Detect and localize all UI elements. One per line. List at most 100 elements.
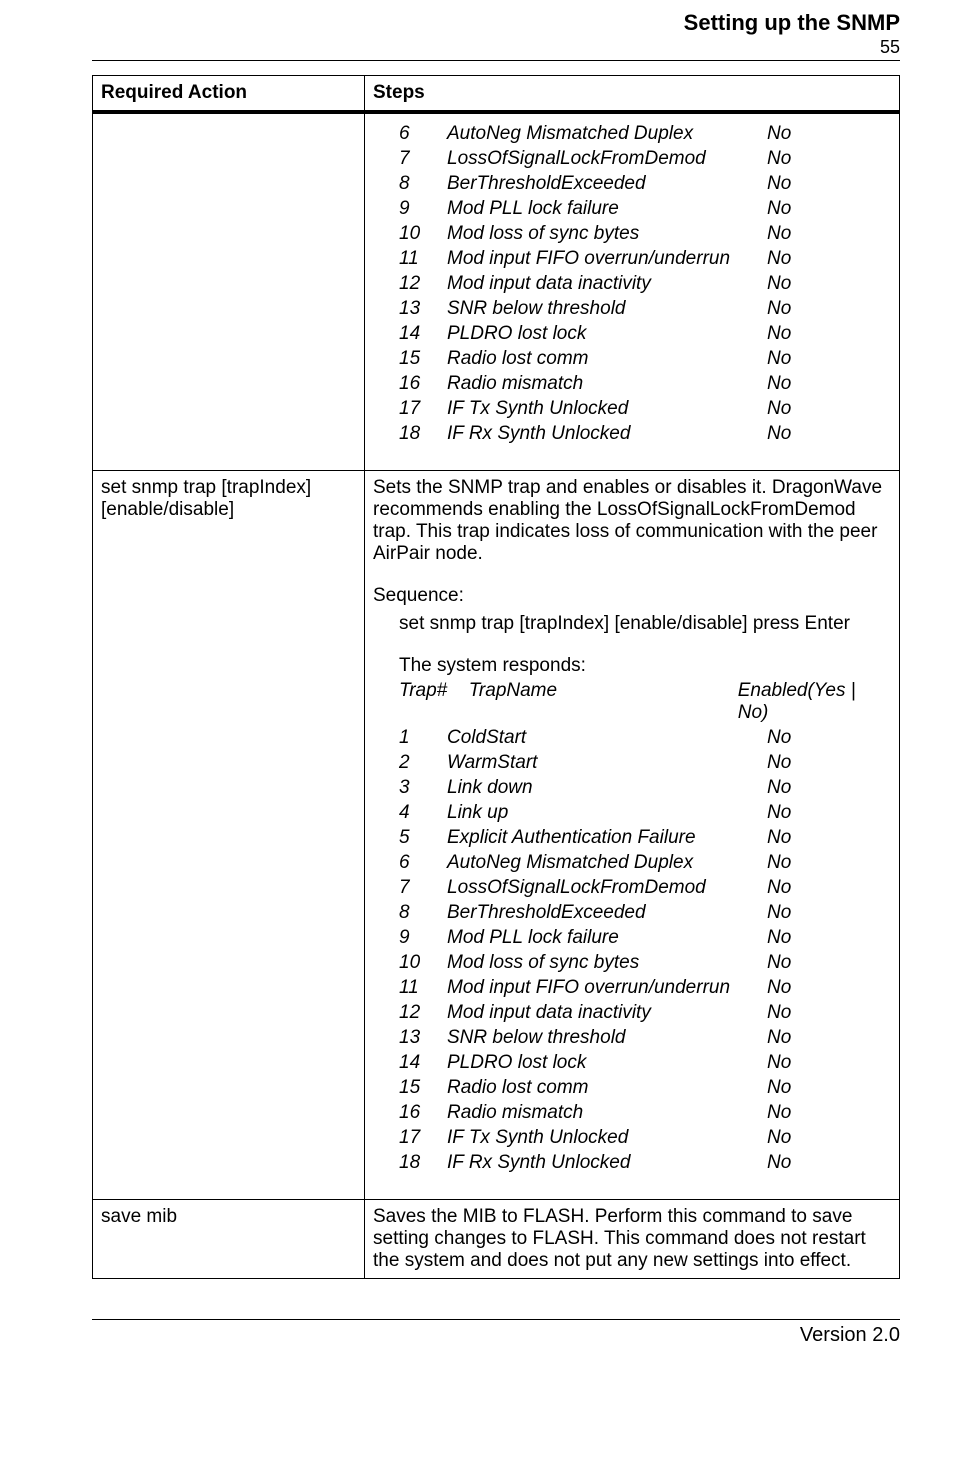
trap-num: 18 bbox=[399, 1152, 447, 1174]
trap-enabled: No bbox=[767, 827, 791, 849]
trap-num: 10 bbox=[399, 952, 447, 974]
table-row: set snmp trap [trapIndex] [enable/disabl… bbox=[93, 471, 900, 1200]
trap-num: 4 bbox=[399, 802, 447, 824]
trap-enabled: No bbox=[767, 173, 791, 195]
row2-description: Sets the SNMP trap and enables or disabl… bbox=[373, 477, 891, 565]
trap-header-num: Trap# bbox=[399, 680, 469, 724]
trap-name: IF Tx Synth Unlocked bbox=[447, 1127, 767, 1149]
trap-row: 17IF Tx Synth UnlockedNo bbox=[373, 398, 891, 420]
trap-enabled: No bbox=[767, 223, 791, 245]
trap-name: ColdStart bbox=[447, 727, 767, 749]
trap-num: 10 bbox=[399, 223, 447, 245]
trap-name: IF Tx Synth Unlocked bbox=[447, 398, 767, 420]
trap-header-enabled: Enabled(Yes | No) bbox=[738, 680, 891, 724]
trap-row: 16Radio mismatchNo bbox=[373, 1102, 891, 1124]
row3-action: save mib bbox=[93, 1200, 365, 1279]
sequence-label: Sequence: bbox=[373, 585, 891, 607]
trap-row: 4Link upNo bbox=[373, 802, 891, 824]
trap-enabled: No bbox=[767, 802, 791, 824]
trap-row: 3Link downNo bbox=[373, 777, 891, 799]
trap-name: Mod input FIFO overrun/underrun bbox=[447, 977, 767, 999]
trap-enabled: No bbox=[767, 248, 791, 270]
trap-row: 18IF Rx Synth UnlockedNo bbox=[373, 1152, 891, 1174]
trap-enabled: No bbox=[767, 323, 791, 345]
row2-steps: Sets the SNMP trap and enables or disabl… bbox=[365, 471, 900, 1200]
trap-enabled: No bbox=[767, 727, 791, 749]
trap-num: 6 bbox=[399, 123, 447, 145]
trap-name: LossOfSignalLockFromDemod bbox=[447, 148, 767, 170]
trap-row: 1ColdStartNo bbox=[373, 727, 891, 749]
trap-row: 6AutoNeg Mismatched DuplexNo bbox=[373, 852, 891, 874]
row1-steps: 6AutoNeg Mismatched DuplexNo7LossOfSigna… bbox=[365, 112, 900, 471]
trap-name: Mod PLL lock failure bbox=[447, 198, 767, 220]
trap-num: 2 bbox=[399, 752, 447, 774]
trap-name: AutoNeg Mismatched Duplex bbox=[447, 852, 767, 874]
trap-name: Mod loss of sync bytes bbox=[447, 952, 767, 974]
trap-row: 12Mod input data inactivityNo bbox=[373, 1002, 891, 1024]
trap-row: 2WarmStartNo bbox=[373, 752, 891, 774]
trap-enabled: No bbox=[767, 373, 791, 395]
trap-num: 17 bbox=[399, 1127, 447, 1149]
trap-name: Mod loss of sync bytes bbox=[447, 223, 767, 245]
trap-row: 16Radio mismatchNo bbox=[373, 373, 891, 395]
col-steps: Steps bbox=[365, 76, 900, 113]
trap-name: AutoNeg Mismatched Duplex bbox=[447, 123, 767, 145]
trap-name: Radio lost comm bbox=[447, 1077, 767, 1099]
trap-name: SNR below threshold bbox=[447, 1027, 767, 1049]
trap-name: BerThresholdExceeded bbox=[447, 902, 767, 924]
trap-row: 5Explicit Authentication FailureNo bbox=[373, 827, 891, 849]
row2-action: set snmp trap [trapIndex] [enable/disabl… bbox=[93, 471, 365, 1200]
trap-name: Mod input FIFO overrun/underrun bbox=[447, 248, 767, 270]
trap-name: BerThresholdExceeded bbox=[447, 173, 767, 195]
trap-enabled: No bbox=[767, 952, 791, 974]
trap-num: 15 bbox=[399, 1077, 447, 1099]
trap-row: 12Mod input data inactivityNo bbox=[373, 273, 891, 295]
trap-row: 7LossOfSignalLockFromDemodNo bbox=[373, 877, 891, 899]
trap-name: Radio mismatch bbox=[447, 373, 767, 395]
footer-version: Version 2.0 bbox=[92, 1324, 900, 1347]
trap-enabled: No bbox=[767, 1002, 791, 1024]
trap-row: 13SNR below thresholdNo bbox=[373, 1027, 891, 1049]
trap-enabled: No bbox=[767, 273, 791, 295]
trap-row: 7LossOfSignalLockFromDemodNo bbox=[373, 148, 891, 170]
trap-row: 11Mod input FIFO overrun/underrunNo bbox=[373, 248, 891, 270]
trap-name: WarmStart bbox=[447, 752, 767, 774]
trap-enabled: No bbox=[767, 398, 791, 420]
trap-list-header: Trap# TrapName Enabled(Yes | No) bbox=[373, 680, 891, 724]
trap-num: 14 bbox=[399, 323, 447, 345]
trap-num: 8 bbox=[399, 173, 447, 195]
trap-name: Mod input data inactivity bbox=[447, 273, 767, 295]
page-number: 55 bbox=[92, 37, 900, 58]
trap-row: 13SNR below thresholdNo bbox=[373, 298, 891, 320]
trap-enabled: No bbox=[767, 927, 791, 949]
trap-row: 9Mod PLL lock failureNo bbox=[373, 927, 891, 949]
trap-row: 10Mod loss of sync bytesNo bbox=[373, 952, 891, 974]
trap-num: 17 bbox=[399, 398, 447, 420]
trap-enabled: No bbox=[767, 123, 791, 145]
trap-num: 11 bbox=[399, 977, 447, 999]
trap-enabled: No bbox=[767, 348, 791, 370]
trap-enabled: No bbox=[767, 1102, 791, 1124]
actions-table: Required Action Steps 6AutoNeg Mismatche… bbox=[92, 75, 900, 1279]
trap-enabled: No bbox=[767, 777, 791, 799]
trap-num: 6 bbox=[399, 852, 447, 874]
trap-name: Mod input data inactivity bbox=[447, 1002, 767, 1024]
trap-num: 18 bbox=[399, 423, 447, 445]
page-header-title: Setting up the SNMP bbox=[92, 10, 900, 36]
trap-enabled: No bbox=[767, 877, 791, 899]
trap-num: 9 bbox=[399, 927, 447, 949]
trap-row: 15Radio lost commNo bbox=[373, 348, 891, 370]
trap-name: Link up bbox=[447, 802, 767, 824]
trap-header-name: TrapName bbox=[469, 680, 738, 724]
trap-name: Radio lost comm bbox=[447, 348, 767, 370]
trap-row: 8BerThresholdExceededNo bbox=[373, 902, 891, 924]
trap-name: Radio mismatch bbox=[447, 1102, 767, 1124]
trap-enabled: No bbox=[767, 852, 791, 874]
trap-enabled: No bbox=[767, 902, 791, 924]
trap-num: 14 bbox=[399, 1052, 447, 1074]
row3-steps: Saves the MIB to FLASH. Perform this com… bbox=[365, 1200, 900, 1279]
trap-num: 7 bbox=[399, 148, 447, 170]
sequence-text: set snmp trap [trapIndex] [enable/disabl… bbox=[373, 613, 891, 635]
trap-num: 12 bbox=[399, 1002, 447, 1024]
trap-enabled: No bbox=[767, 298, 791, 320]
